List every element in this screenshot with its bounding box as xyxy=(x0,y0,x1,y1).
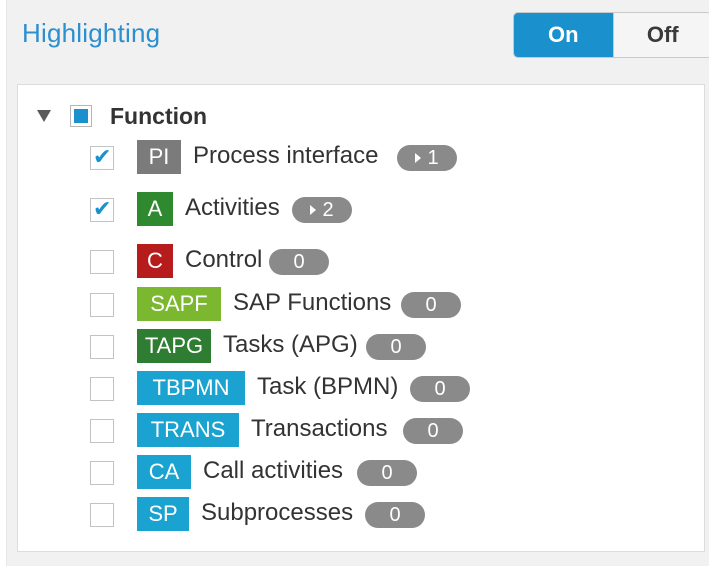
item-count: 0 xyxy=(381,461,393,484)
list-item[interactable]: CA Call activities 0 xyxy=(18,453,704,493)
item-checkbox[interactable] xyxy=(90,419,114,443)
item-count-badge: 0 xyxy=(410,376,470,402)
item-type-tag: A xyxy=(137,192,173,226)
item-type-tag: SAPF xyxy=(137,287,221,321)
item-count: 0 xyxy=(425,293,437,316)
partial-check-icon xyxy=(74,109,88,123)
item-type-tag: SP xyxy=(137,497,189,531)
list-item[interactable]: ✔ PI Process interface 1 xyxy=(18,138,704,178)
list-item[interactable]: TBPMN Task (BPMN) 0 xyxy=(18,369,704,409)
list-item[interactable]: SAPF SAP Functions 0 xyxy=(18,285,704,325)
item-count: 0 xyxy=(427,419,439,442)
panel-header: Highlighting On Off xyxy=(7,0,709,72)
item-checkbox[interactable] xyxy=(90,461,114,485)
item-checkbox[interactable]: ✔ xyxy=(90,144,114,170)
item-count-badge: 0 xyxy=(269,249,329,275)
item-count-badge: 0 xyxy=(403,418,463,444)
item-count-badge: 0 xyxy=(357,460,417,486)
item-count-badge: 0 xyxy=(365,502,425,528)
item-checkbox[interactable] xyxy=(90,503,114,527)
toggle-off-button[interactable]: Off xyxy=(612,13,709,57)
item-count: 0 xyxy=(434,377,446,400)
panel-title: Highlighting xyxy=(22,18,161,48)
item-count: 1 xyxy=(427,146,439,169)
item-count: 0 xyxy=(389,503,401,526)
item-type-tag: TAPG xyxy=(137,329,211,363)
item-label: Subprocesses xyxy=(201,499,354,526)
item-label: Transactions xyxy=(251,415,388,442)
checkmark-icon: ✔ xyxy=(93,144,112,169)
item-count: 2 xyxy=(322,198,334,221)
item-type-tag: TBPMN xyxy=(137,371,245,405)
item-label: Task (BPMN) xyxy=(257,373,399,400)
item-label: Process interface xyxy=(193,142,379,169)
caret-down-icon[interactable] xyxy=(37,110,51,122)
group-label: Function xyxy=(110,103,208,129)
item-type-tag: PI xyxy=(137,140,181,174)
checkmark-icon: ✔ xyxy=(93,196,112,221)
list-item[interactable]: ✔ A Activities 2 xyxy=(18,190,704,230)
item-type-tag: TRANS xyxy=(137,413,239,447)
item-count-badge: 0 xyxy=(366,334,426,360)
item-count: 0 xyxy=(293,250,305,273)
filter-list: Function ✔ PI Process interface 1 ✔ A Activiti… xyxy=(17,84,705,552)
item-label: SAP Functions xyxy=(233,289,392,316)
item-checkbox[interactable] xyxy=(90,335,114,359)
item-count-badge: 0 xyxy=(401,292,461,318)
item-checkbox[interactable]: ✔ xyxy=(90,196,114,222)
item-label: Activities xyxy=(185,194,280,221)
item-label: Call activities xyxy=(203,457,344,484)
item-count-badge[interactable]: 2 xyxy=(292,197,352,223)
list-item[interactable]: SP Subprocesses 0 xyxy=(18,495,704,535)
item-checkbox[interactable] xyxy=(90,250,114,274)
item-checkbox[interactable] xyxy=(90,293,114,317)
item-count: 0 xyxy=(390,335,402,358)
list-item[interactable]: TAPG Tasks (APG) 0 xyxy=(18,327,704,367)
play-arrow-icon xyxy=(310,205,317,215)
list-item[interactable]: TRANS Transactions 0 xyxy=(18,411,704,451)
highlighting-panel: Highlighting On Off Function ✔ PI Process … xyxy=(6,0,709,566)
list-item[interactable]: C Control 0 xyxy=(18,242,704,282)
item-label: Tasks (APG) xyxy=(223,331,358,358)
group-row-function: Function xyxy=(18,99,704,135)
item-count-badge[interactable]: 1 xyxy=(397,145,457,171)
item-checkbox[interactable] xyxy=(90,377,114,401)
play-arrow-icon xyxy=(415,153,422,163)
item-type-tag: CA xyxy=(137,455,191,489)
group-checkbox[interactable] xyxy=(70,105,92,127)
highlighting-toggle[interactable]: On Off xyxy=(513,12,709,58)
item-type-tag: C xyxy=(137,244,173,278)
toggle-on-button[interactable]: On xyxy=(514,13,613,57)
item-label: Control xyxy=(185,246,263,273)
